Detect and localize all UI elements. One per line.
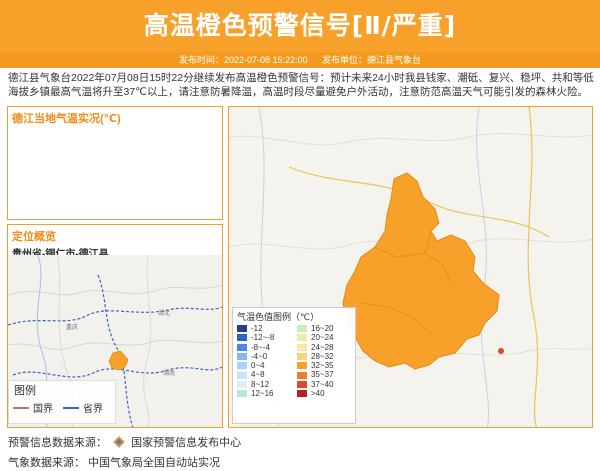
color-swatch	[237, 371, 247, 379]
provincial-border-line-icon	[63, 406, 79, 409]
color-swatch	[297, 343, 307, 351]
color-legend-label: 37~40	[311, 379, 334, 389]
color-legend-label: 20~24	[311, 333, 334, 343]
warning-description: 德江县气象台2022年07月08日15时22分继续发布高温橙色预警信号：预计未来…	[8, 72, 594, 98]
color-legend-label: 24~28	[311, 342, 334, 352]
color-swatch	[237, 334, 247, 342]
publish-meta-bar: 发布时间：2022-07-08 15:22:00 发布单位：德江县气象台	[0, 52, 600, 68]
color-legend-label: -12~-8	[251, 333, 275, 343]
warning-center-logo-icon	[113, 436, 126, 448]
location-panel-title: 定位概览	[12, 231, 56, 243]
color-legend-label: -8~-4	[251, 342, 270, 352]
color-swatch	[297, 325, 307, 333]
color-legend-label: -4~0	[251, 351, 268, 361]
warning-source-name: 国家预警信息发布中心	[131, 437, 242, 449]
color-legend-label: 28~32	[311, 351, 334, 361]
color-legend-item: -8~-4	[237, 343, 297, 352]
publish-time: 发布时间：2022-07-08 15:22:00	[178, 55, 308, 65]
temperature-panel: 德江当地气温实况(℃)	[7, 106, 223, 220]
warning-source-label: 预警信息数据来源：	[8, 437, 107, 449]
color-legend-item: 28~32	[297, 352, 357, 361]
color-legend-label: 12~16	[251, 389, 274, 399]
color-legend-label: 16~20	[311, 324, 334, 333]
legend-national-border: 国界 省界	[9, 400, 115, 415]
color-legend-item: -12~-8	[237, 333, 297, 342]
color-legend-label: 35~37	[311, 370, 334, 380]
color-legend-item: 12~16	[237, 389, 297, 398]
color-legend-item: 32~35	[297, 361, 357, 370]
color-legend-label: 32~35	[311, 361, 334, 371]
color-legend-grid: -12 16~20 -12~-8 20~24 -8~-4 24~28 -4~0 28~32 0~…	[233, 324, 355, 398]
location-marker	[498, 348, 504, 354]
color-legend-item: 20~24	[297, 333, 357, 342]
provincial-border-label: 省界	[83, 404, 103, 415]
color-swatch	[297, 334, 307, 342]
color-swatch	[297, 380, 307, 388]
color-legend-label: 0~4	[251, 361, 265, 371]
border-legend: 图例 国界 省界	[8, 380, 116, 424]
color-swatch	[237, 380, 247, 388]
temperature-panel-title: 德江当地气温实况(℃)	[12, 113, 121, 125]
color-legend-title: 气温色值图例（℃）	[237, 312, 320, 322]
color-legend-label: 4~8	[251, 370, 265, 380]
color-legend-item: 4~8	[237, 370, 297, 379]
color-swatch	[297, 362, 307, 370]
color-legend-item: 35~37	[297, 370, 357, 379]
weather-source-name: 中国气象局全国自动站实况	[88, 457, 221, 469]
color-legend-item: 37~40	[297, 380, 357, 389]
border-legend-title: 图例	[14, 385, 36, 397]
color-swatch	[237, 325, 247, 333]
svg-text:湖南: 湖南	[163, 369, 175, 377]
color-swatch	[237, 362, 247, 370]
national-border-label: 国界	[33, 404, 53, 415]
color-legend-item: -12	[237, 324, 297, 333]
color-legend-item: -4~0	[237, 352, 297, 361]
temperature-color-legend: 气温色值图例（℃） -12 16~20 -12~-8 20~24 -8~-4 24~28-…	[232, 307, 356, 424]
color-swatch	[237, 390, 247, 398]
color-legend-item: 0~4	[237, 361, 297, 370]
color-swatch	[297, 390, 307, 398]
color-legend-label: -12	[251, 324, 263, 333]
color-legend-item: 24~28	[297, 343, 357, 352]
color-legend-label: 8~12	[251, 379, 270, 389]
weather-source-line: 气象数据来源： 中国气象局全国自动站实况	[8, 454, 220, 470]
national-border-line-icon	[13, 406, 29, 409]
color-swatch	[297, 353, 307, 361]
color-legend-item: >40	[297, 389, 357, 398]
color-swatch	[237, 353, 247, 361]
warning-source-line: 预警信息数据来源： 国家预警信息发布中心	[8, 434, 241, 450]
weather-source-label: 气象数据来源：	[8, 457, 85, 469]
publisher: 发布单位：德江县气象台	[322, 55, 422, 65]
page-title: 高温橙色预警信号[Ⅱ/严重]	[143, 11, 457, 40]
color-legend-item: 16~20	[297, 324, 357, 333]
color-swatch	[237, 343, 247, 351]
svg-text:重庆: 重庆	[66, 323, 78, 331]
color-swatch	[297, 371, 307, 379]
svg-text:湖北: 湖北	[158, 309, 170, 317]
header-banner: 高温橙色预警信号[Ⅱ/严重]	[0, 0, 600, 52]
color-legend-item: 8~12	[237, 380, 297, 389]
color-legend-label: >40	[311, 389, 325, 399]
